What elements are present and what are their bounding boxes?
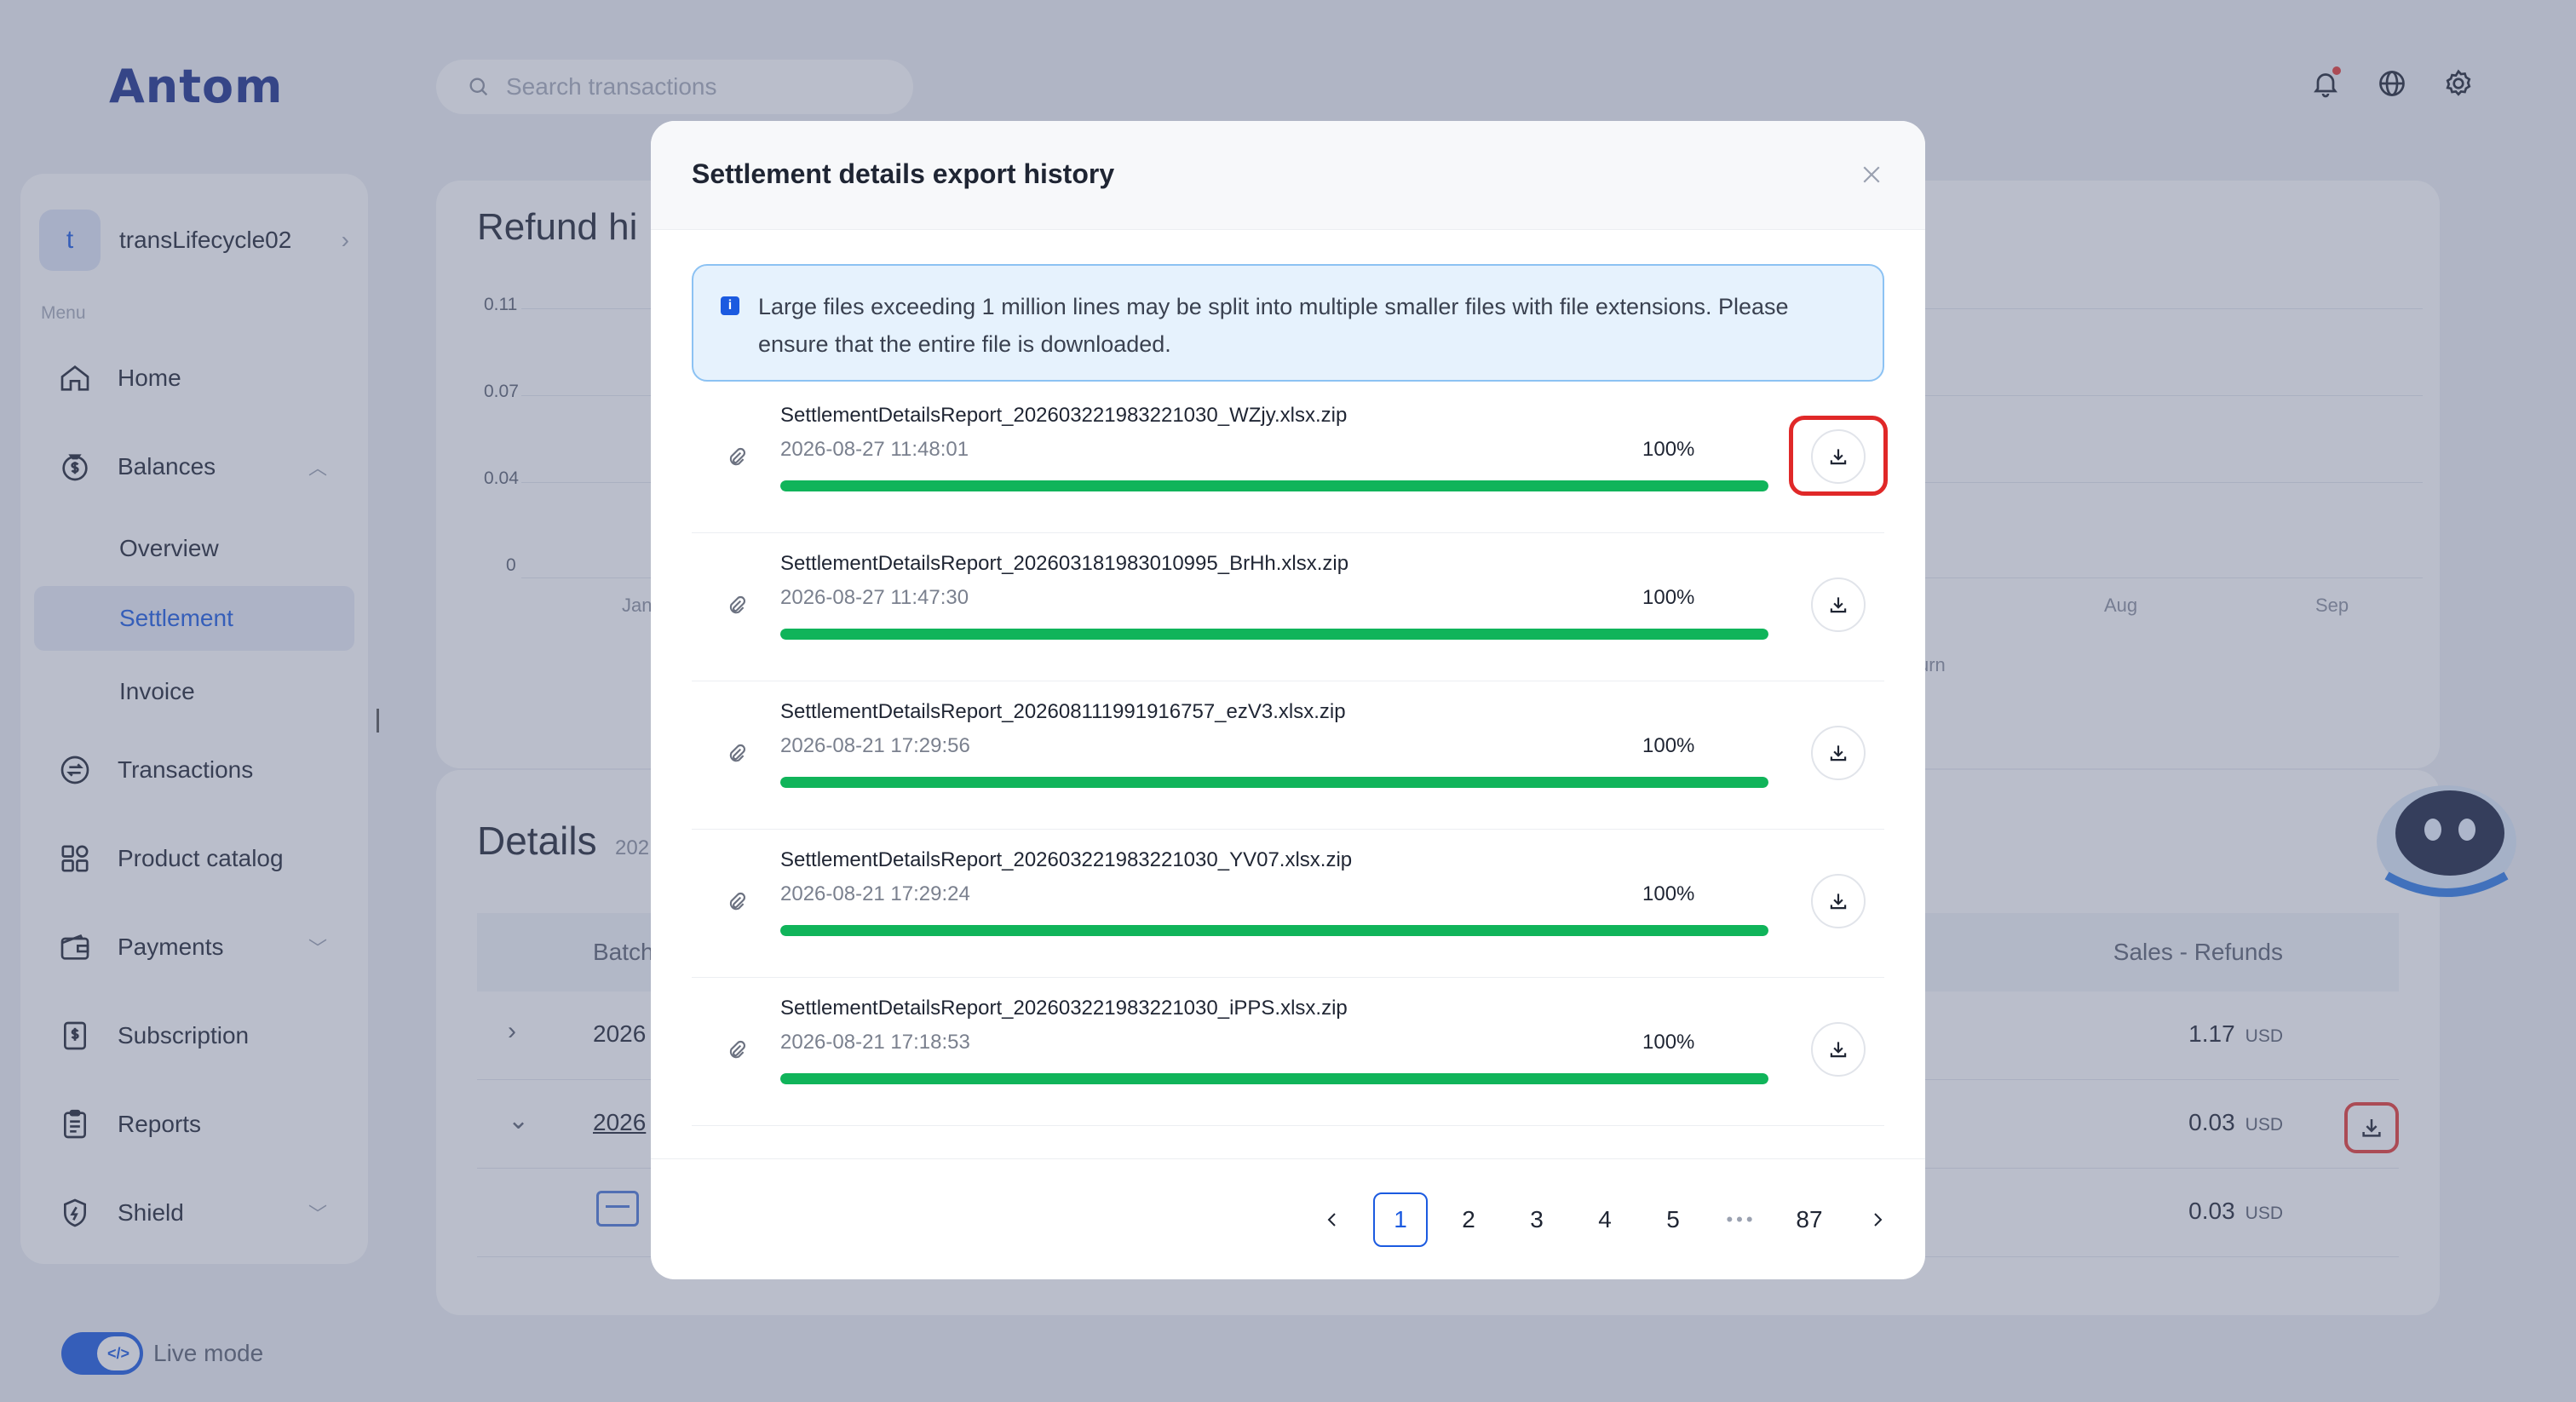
- progress-bar: [780, 925, 1768, 936]
- download-button[interactable]: [1811, 429, 1866, 484]
- chevron-left-icon: [1327, 1213, 1336, 1227]
- page-4[interactable]: 4: [1578, 1192, 1632, 1247]
- paperclip-icon: [726, 743, 748, 765]
- progress-percent: 100%: [1642, 882, 1695, 905]
- file-date: 2026-08-21 17:18:53: [780, 1031, 970, 1054]
- file-name: SettlementDetailsReport_2026081119919167…: [780, 700, 1346, 723]
- download-icon: [1830, 449, 1847, 465]
- page-ellipsis[interactable]: •••: [1714, 1192, 1768, 1247]
- file-name: SettlementDetailsReport_2026032219832210…: [780, 997, 1348, 1020]
- page-1[interactable]: 1: [1373, 1192, 1428, 1247]
- close-button[interactable]: [1859, 162, 1884, 187]
- modal-footer-divider: [651, 1158, 1925, 1159]
- notice-text: Large files exceeding 1 million lines ma…: [758, 294, 1789, 357]
- download-icon: [1830, 745, 1847, 761]
- progress-percent: 100%: [1642, 438, 1695, 461]
- prev-page-button[interactable]: [1305, 1192, 1360, 1247]
- page-last[interactable]: 87: [1782, 1192, 1837, 1247]
- progress-percent: 100%: [1642, 586, 1695, 609]
- progress-bar: [780, 629, 1768, 640]
- paperclip-icon: [726, 891, 748, 913]
- file-name: SettlementDetailsReport_2026032219832210…: [780, 404, 1348, 427]
- chevron-right-icon: [1874, 1213, 1883, 1227]
- download-icon: [1830, 893, 1847, 910]
- paperclip-icon: [726, 595, 748, 617]
- modal-title: Settlement details export history: [692, 158, 1115, 189]
- paperclip-icon: [726, 446, 748, 468]
- file-date: 2026-08-21 17:29:56: [780, 734, 970, 757]
- info-icon: i: [721, 296, 739, 315]
- progress-percent: 100%: [1642, 734, 1695, 757]
- download-button[interactable]: [1811, 726, 1866, 780]
- download-button[interactable]: [1811, 874, 1866, 928]
- download-button[interactable]: [1811, 577, 1866, 632]
- progress-bar: [780, 480, 1768, 491]
- close-icon: [1863, 166, 1880, 183]
- next-page-button[interactable]: [1850, 1192, 1905, 1247]
- download-icon: [1830, 1042, 1847, 1058]
- file-name: SettlementDetailsReport_2026032219832210…: [780, 848, 1353, 871]
- page-5[interactable]: 5: [1646, 1192, 1700, 1247]
- export-file-item: SettlementDetailsReport_2026032219832210…: [692, 830, 1884, 978]
- file-date: 2026-08-21 17:29:24: [780, 882, 970, 905]
- page-3[interactable]: 3: [1509, 1192, 1564, 1247]
- paperclip-icon: [726, 1039, 748, 1061]
- file-date: 2026-08-27 11:47:30: [780, 586, 969, 609]
- download-button[interactable]: [1811, 1022, 1866, 1077]
- file-date: 2026-08-27 11:48:01: [780, 438, 969, 461]
- export-history-modal: Settlement details export history i Larg…: [651, 121, 1925, 1279]
- progress-bar: [780, 1073, 1768, 1084]
- export-file-item: SettlementDetailsReport_2026032219832210…: [692, 385, 1888, 533]
- progress-bar: [780, 777, 1768, 788]
- download-icon: [1830, 597, 1847, 613]
- modal-header: Settlement details export history: [651, 121, 1925, 230]
- export-file-item: SettlementDetailsReport_2026081119919167…: [692, 681, 1884, 830]
- export-file-item: SettlementDetailsReport_2026032219832210…: [692, 978, 1884, 1126]
- pagination: 1 2 3 4 5 ••• 87: [1298, 1192, 1912, 1247]
- export-file-item: SettlementDetailsReport_2026031819830109…: [692, 533, 1884, 681]
- page-2[interactable]: 2: [1441, 1192, 1496, 1247]
- info-notice: i Large files exceeding 1 million lines …: [692, 264, 1884, 382]
- file-name: SettlementDetailsReport_2026031819830109…: [780, 552, 1349, 575]
- progress-percent: 100%: [1642, 1031, 1695, 1054]
